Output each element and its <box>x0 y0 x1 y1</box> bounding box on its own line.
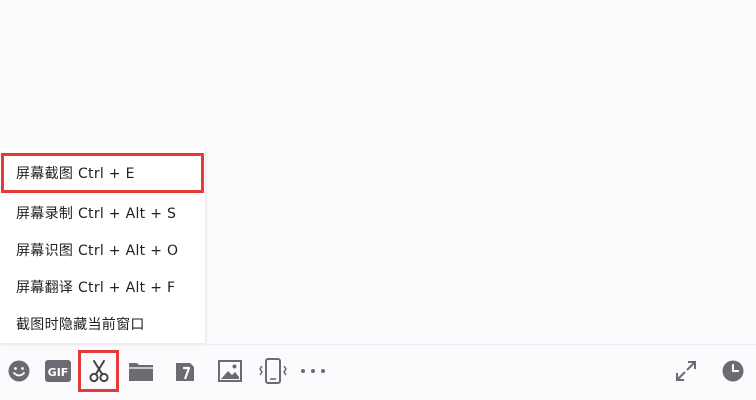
phone-shake-icon <box>259 358 287 384</box>
menu-item-label: 截图时隐藏当前窗口 <box>16 317 145 333</box>
toolbar-divider <box>0 344 756 345</box>
emoji-button[interactable] <box>4 356 34 386</box>
clock-icon <box>722 360 744 382</box>
history-button[interactable] <box>718 356 748 386</box>
more-icon <box>301 369 325 373</box>
menu-item-label: 屏幕识图 Ctrl + Alt + O <box>16 243 179 259</box>
menu-item-screen-capture[interactable]: 屏幕截图 Ctrl + E <box>1 153 204 193</box>
gif-label: GIF <box>48 366 69 379</box>
gif-icon: GIF <box>45 360 71 382</box>
screenshot-button[interactable] <box>84 356 114 386</box>
clipboard-icon <box>176 363 194 381</box>
folder-button[interactable] <box>126 356 156 386</box>
menu-item-hide-window[interactable]: 截图时隐藏当前窗口 <box>0 306 206 342</box>
expand-icon <box>676 361 696 381</box>
image-icon <box>218 360 242 382</box>
image-button[interactable] <box>215 356 245 386</box>
menu-item-screen-record[interactable]: 屏幕录制 Ctrl + Alt + S <box>0 195 206 231</box>
scissors-icon <box>89 360 109 383</box>
gif-button[interactable]: GIF <box>43 356 73 386</box>
folder-icon <box>129 363 153 381</box>
expand-button[interactable] <box>671 356 701 386</box>
menu-item-screen-recognize[interactable]: 屏幕识图 Ctrl + Alt + O <box>0 232 206 268</box>
menu-item-label: 屏幕翻译 Ctrl + Alt + F <box>16 280 176 296</box>
emoji-icon <box>8 360 30 382</box>
more-button[interactable] <box>298 356 328 386</box>
shake-button[interactable] <box>258 356 288 386</box>
menu-item-label: 屏幕录制 Ctrl + Alt + S <box>16 206 177 222</box>
clipboard-button[interactable] <box>170 356 200 386</box>
menu-item-label: 屏幕截图 Ctrl + E <box>16 166 135 182</box>
menu-item-screen-translate[interactable]: 屏幕翻译 Ctrl + Alt + F <box>0 269 206 305</box>
chat-window: 屏幕截图 Ctrl + E 屏幕录制 Ctrl + Alt + S 屏幕识图 C… <box>0 0 756 400</box>
